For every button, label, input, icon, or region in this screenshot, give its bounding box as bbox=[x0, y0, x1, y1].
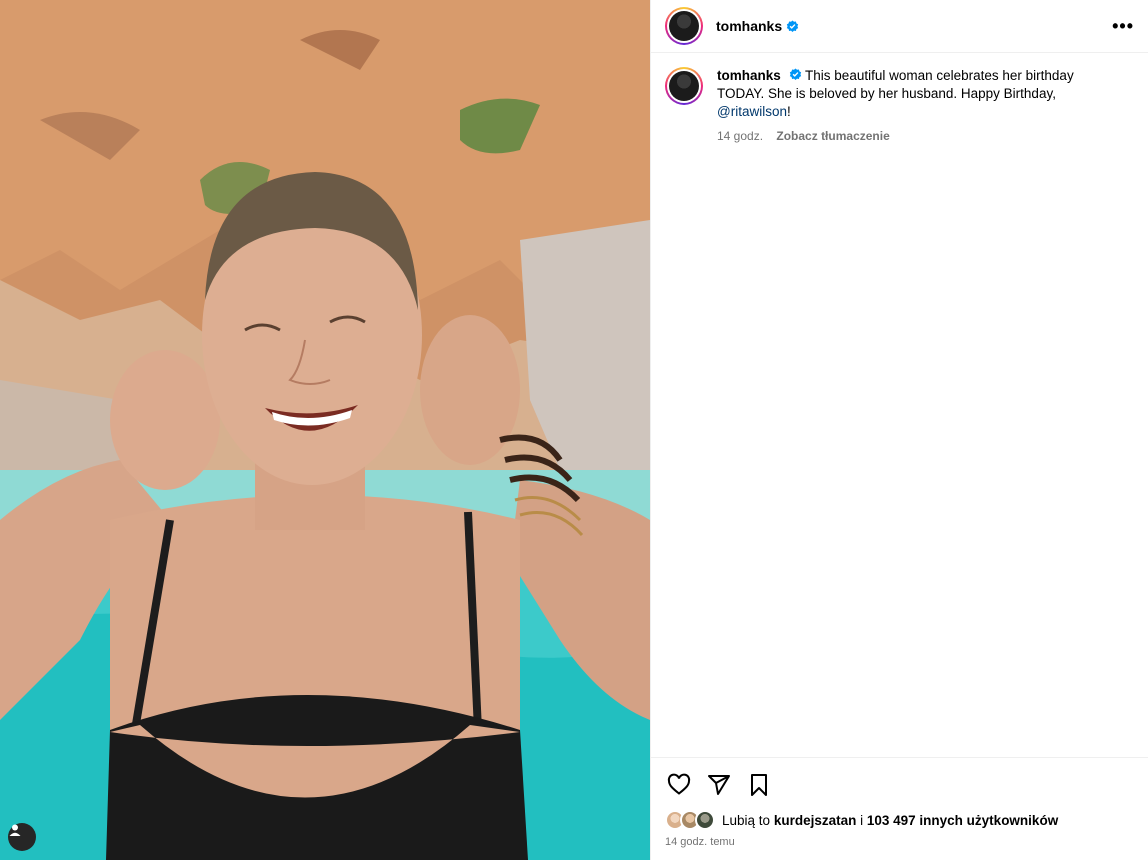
post-photo[interactable] bbox=[0, 0, 650, 860]
author-avatar[interactable] bbox=[665, 7, 703, 45]
likes-prefix: Lubią to bbox=[722, 812, 771, 828]
heart-icon bbox=[667, 773, 691, 795]
more-options-button[interactable]: ••• bbox=[1112, 16, 1134, 37]
mention-link[interactable]: @ritawilson bbox=[717, 104, 787, 119]
verified-badge-icon bbox=[786, 19, 799, 32]
save-button[interactable] bbox=[745, 771, 773, 799]
post-time[interactable]: 14 godz. bbox=[717, 129, 763, 143]
bookmark-icon bbox=[751, 774, 767, 796]
first-liker[interactable]: kurdejszatan bbox=[774, 813, 857, 828]
liker-avatar bbox=[695, 810, 715, 830]
verified-badge-icon bbox=[789, 68, 801, 80]
user-tag-icon bbox=[9, 824, 21, 836]
translate-button[interactable]: Zobacz tłumaczenie bbox=[776, 129, 889, 143]
post-header: tomhanks ••• bbox=[651, 0, 1148, 53]
caption-avatar[interactable] bbox=[665, 67, 703, 105]
share-button[interactable] bbox=[705, 771, 733, 799]
likes-connector: i bbox=[860, 812, 864, 828]
author-username[interactable]: tomhanks bbox=[716, 18, 782, 34]
user-tag-button[interactable] bbox=[8, 823, 36, 851]
caption-meta: 14 godz. Zobacz tłumaczenie bbox=[717, 127, 1117, 145]
likes-summary: Lubią to kurdejszatan i 103 497 innych u… bbox=[665, 810, 1135, 830]
paper-plane-icon bbox=[708, 775, 730, 795]
other-likers-link[interactable]: 103 497 innych użytkowników bbox=[867, 813, 1058, 828]
post-actions: Lubią to kurdejszatan i 103 497 innych u… bbox=[651, 757, 1148, 848]
action-icons bbox=[665, 758, 1135, 812]
caption-body: tomhanks This beautiful woman celebrates… bbox=[717, 67, 1117, 145]
caption: tomhanks This beautiful woman celebrates… bbox=[651, 53, 1148, 145]
like-button[interactable] bbox=[665, 771, 693, 799]
caption-end: ! bbox=[786, 104, 791, 119]
post-side-panel: tomhanks ••• tomhanks This beautiful wom… bbox=[650, 0, 1148, 860]
post-timestamp[interactable]: 14 godz. temu bbox=[665, 836, 1135, 848]
photo-illustration bbox=[0, 0, 650, 860]
liker-avatars[interactable] bbox=[665, 810, 715, 830]
caption-username[interactable]: tomhanks bbox=[717, 68, 781, 83]
